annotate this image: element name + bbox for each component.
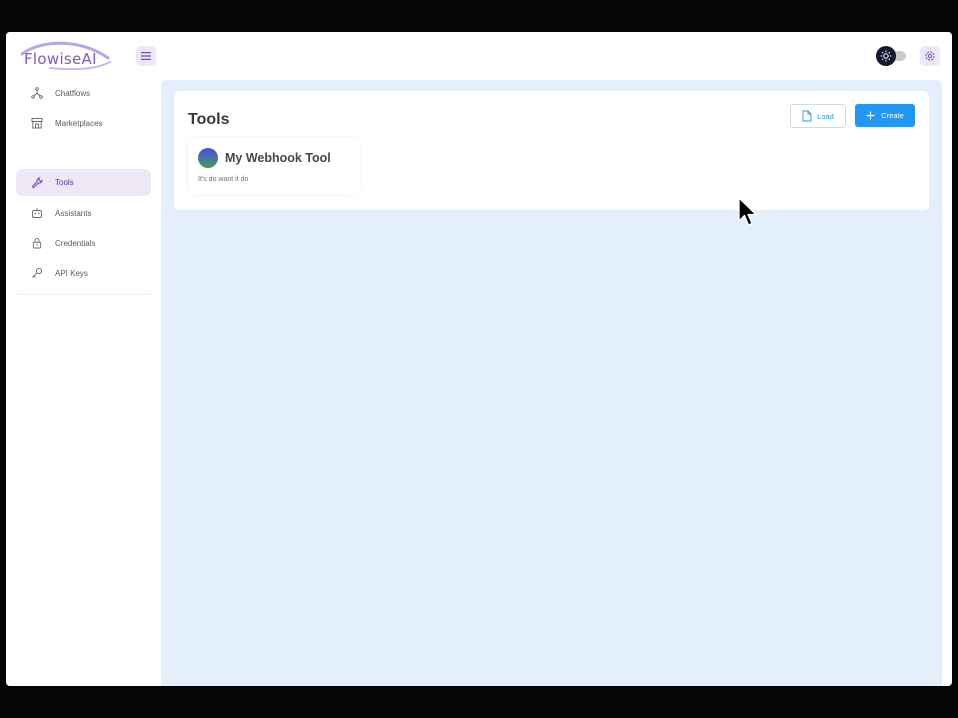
gear-icon	[925, 51, 935, 61]
sidebar: Chatflows Marketplaces Tools Assistants …	[6, 80, 161, 686]
sidebar-divider	[18, 294, 151, 295]
tool-icon	[30, 176, 44, 190]
key-icon	[30, 266, 44, 280]
load-button-label: Load	[817, 111, 834, 121]
toggle-knob	[876, 46, 896, 66]
sidebar-item-label: Chatflows	[55, 88, 91, 98]
tool-description: It's do want it do	[198, 176, 249, 183]
plus-icon	[866, 111, 875, 120]
logo-text: FlowiseAI	[24, 50, 97, 68]
top-header: FlowiseAI	[6, 32, 952, 80]
sidebar-item-label: API Keys	[55, 268, 88, 278]
create-button[interactable]: Create	[855, 104, 915, 127]
load-button[interactable]: Load	[790, 104, 846, 128]
page-title: Tools	[188, 111, 230, 128]
sidebar-item-chatflows[interactable]: Chatflows	[16, 80, 151, 106]
lock-icon	[30, 236, 44, 250]
hamburger-icon	[141, 52, 151, 60]
tool-card[interactable]: My Webhook Tool It's do want it do	[188, 138, 360, 194]
sidebar-item-label: Tools	[55, 178, 74, 187]
tool-avatar	[198, 148, 218, 168]
sidebar-item-api-keys[interactable]: API Keys	[16, 260, 151, 286]
menu-toggle-button[interactable]	[136, 46, 156, 66]
tool-name: My Webhook Tool	[225, 151, 331, 165]
main-content: Tools Load Create My Webhook Tool It's d…	[161, 80, 942, 686]
sidebar-item-tools[interactable]: Tools	[16, 169, 151, 196]
dark-mode-toggle[interactable]	[876, 46, 906, 66]
sidebar-item-label: Marketplaces	[55, 118, 103, 128]
sidebar-item-assistants[interactable]: Assistants	[16, 200, 151, 226]
tools-panel: Tools Load Create My Webhook Tool It's d…	[174, 91, 929, 210]
flowise-logo[interactable]: FlowiseAI	[20, 40, 112, 72]
sidebar-item-label: Credentials	[55, 238, 96, 248]
store-icon	[30, 116, 44, 130]
sun-icon	[880, 50, 892, 62]
sidebar-item-label: Assistants	[55, 208, 92, 218]
sidebar-item-credentials[interactable]: Credentials	[16, 230, 151, 256]
settings-button[interactable]	[920, 46, 940, 66]
app-window: FlowiseAI Chatflows Marketplaces Tools A…	[6, 32, 952, 686]
mouse-cursor-icon	[738, 197, 757, 226]
hierarchy-icon	[30, 86, 44, 100]
sidebar-item-marketplaces[interactable]: Marketplaces	[16, 110, 151, 136]
file-import-icon	[802, 110, 812, 122]
create-button-label: Create	[881, 111, 904, 120]
robot-icon	[30, 206, 44, 220]
